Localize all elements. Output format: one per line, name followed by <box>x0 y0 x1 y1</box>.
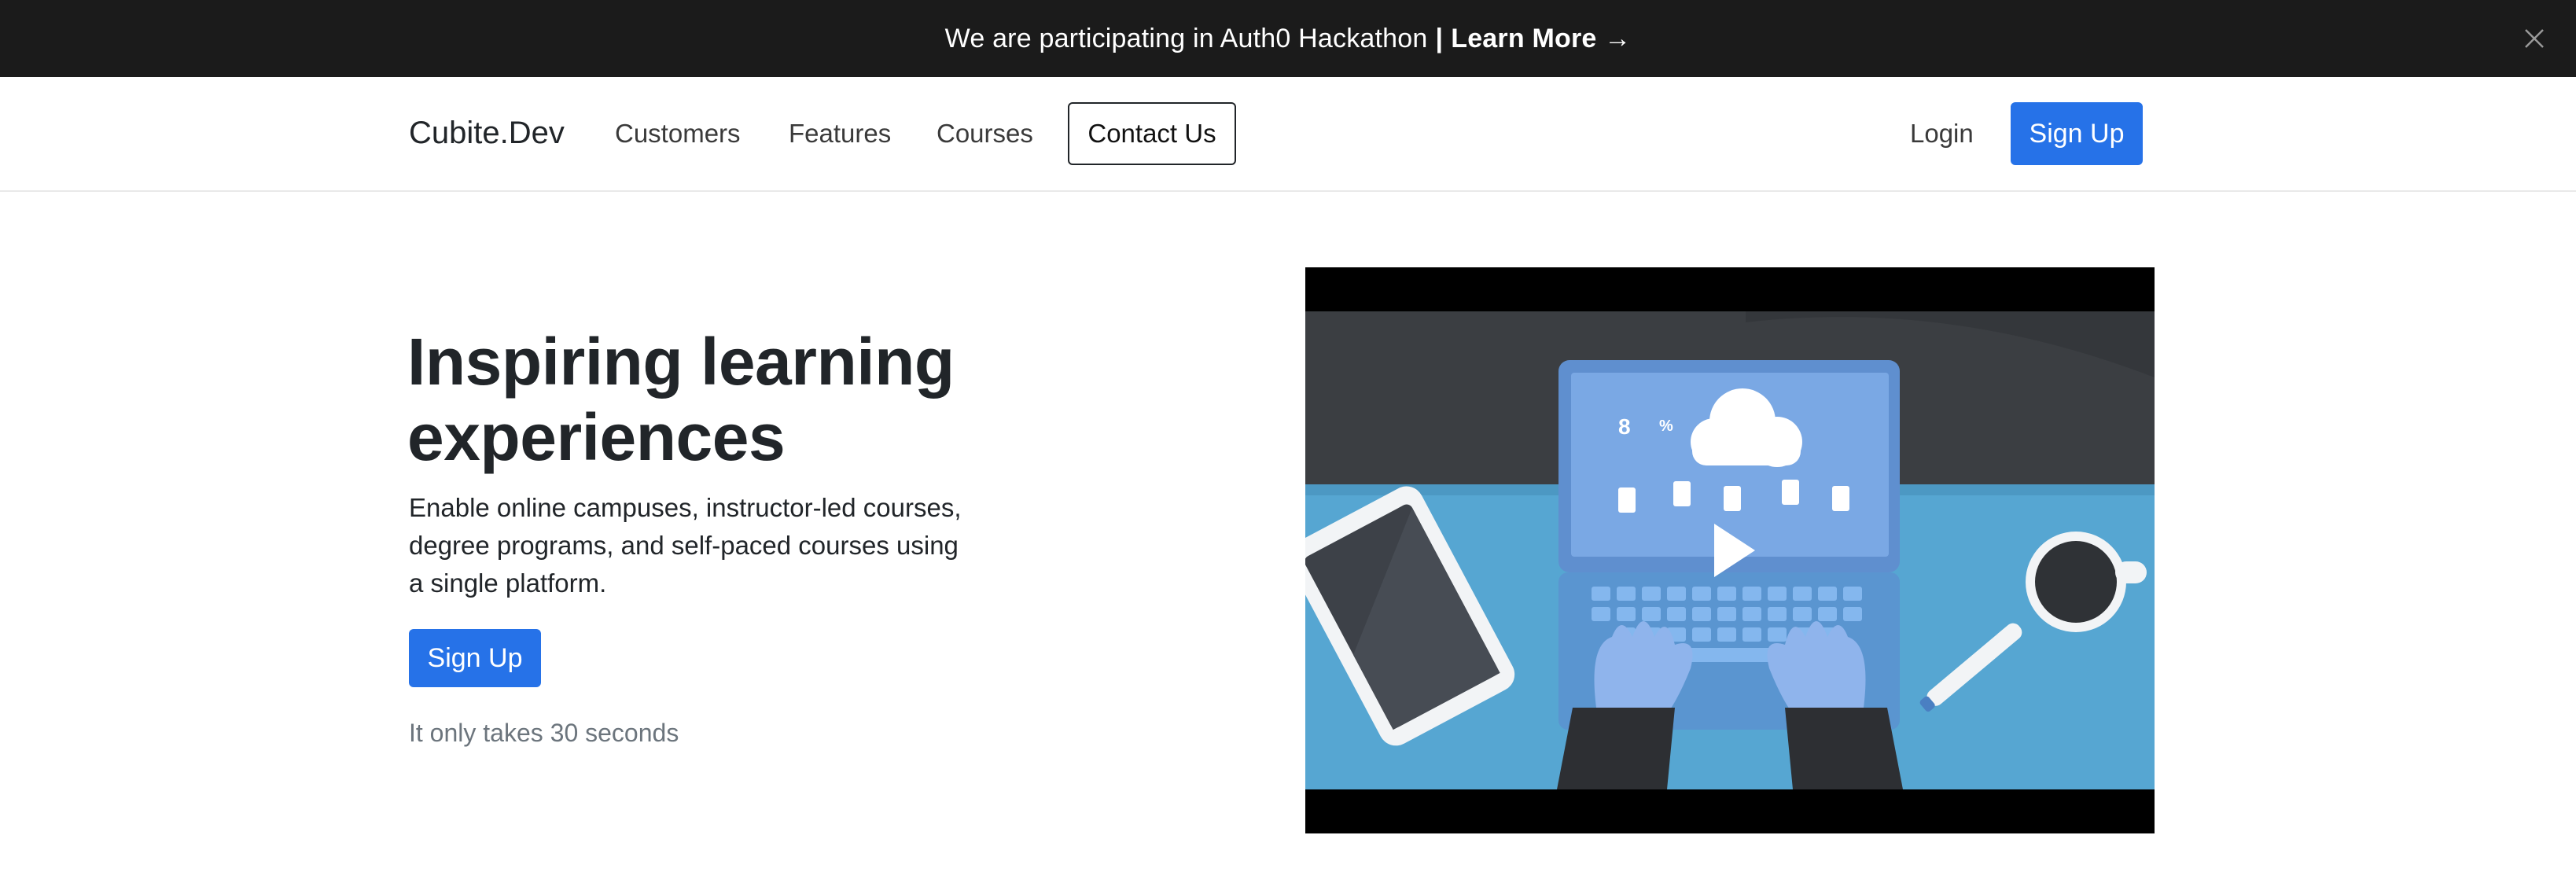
banner-separator: | <box>1435 23 1444 53</box>
contact-us-button[interactable]: Contact Us <box>1068 102 1236 165</box>
banner-text: We are participating in Auth0 Hackathon <box>944 23 1428 53</box>
hero-desc-line1: Enable online campuses, instructor-led c… <box>409 493 962 522</box>
hero-desc-line2: degree programs, and self-paced courses … <box>409 531 959 560</box>
screen-text-8: 8 <box>1618 414 1631 439</box>
hero-title-line1: Inspiring learning <box>407 325 955 399</box>
video-player[interactable]: 8 % <box>1305 267 2155 833</box>
nav-features[interactable]: Features <box>789 118 891 149</box>
hero-sign-up-button[interactable]: Sign Up <box>409 629 541 687</box>
navbar: Cubite.Dev Customers Features Courses Co… <box>0 77 2576 192</box>
close-icon[interactable] <box>2523 27 2546 50</box>
announcement-banner: We are participating in Auth0 Hackathon … <box>0 0 2576 77</box>
brand-logo[interactable]: Cubite.Dev <box>409 115 565 151</box>
login-link[interactable]: Login <box>1910 118 1974 149</box>
hero-description: Enable online campuses, instructor-led c… <box>409 489 975 602</box>
video-thumbnail-illustration: 8 % <box>1305 267 2155 833</box>
nav-customers[interactable]: Customers <box>615 118 741 149</box>
hero-title-line2: experiences <box>407 400 786 474</box>
learn-more-link[interactable]: Learn More → <box>1451 24 1631 54</box>
screen-text-percent: % <box>1659 418 1673 435</box>
hero-desc-line3: a single platform. <box>409 568 607 598</box>
hero-title: Inspiring learning experiences <box>407 324 1036 475</box>
nav-courses[interactable]: Courses <box>937 118 1033 149</box>
signup-note: It only takes 30 seconds <box>409 719 679 747</box>
nav-sign-up-button[interactable]: Sign Up <box>2011 102 2143 165</box>
